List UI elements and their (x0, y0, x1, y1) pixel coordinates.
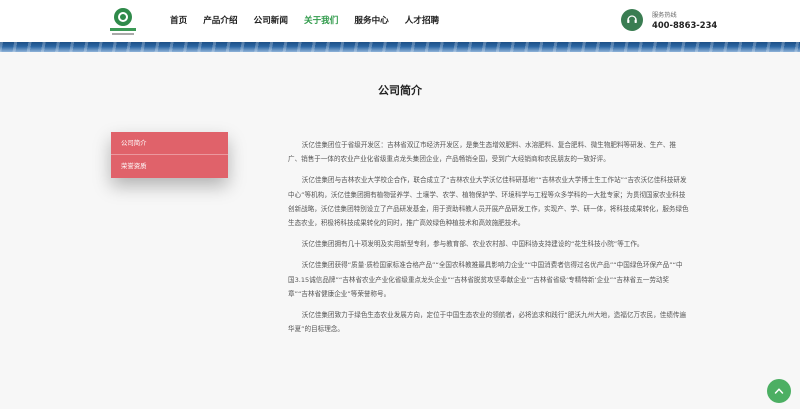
nav-item-about[interactable]: 关于我们 (304, 14, 338, 30)
nav-item-products[interactable]: 产品介绍 (203, 14, 237, 30)
chevron-up-icon (774, 388, 784, 394)
article-paragraph: 沃亿佳集团拥有几十项发明及实用新型专利，参与教育部、农业农村部、中国科协支持建设… (301, 240, 644, 249)
hotline-label: 服务热线 (652, 12, 677, 19)
logo-wordmark (110, 28, 136, 31)
banner-image (0, 42, 800, 52)
side-menu: 公司简介 荣誉资质 (111, 132, 228, 178)
nav-item-service[interactable]: 服务中心 (354, 14, 388, 30)
logo-subtext (112, 33, 134, 35)
nav-item-news[interactable]: 公司新闻 (254, 14, 288, 30)
article-paragraph: 沃亿佳集团与吉林农业大学校企合作，联合成立了“吉林农业大学沃亿佳科研基地”“吉林… (288, 176, 689, 228)
page: 首页 产品介绍 公司新闻 关于我们 服务中心 人才招聘 服务热线 400-886… (0, 0, 800, 409)
article-paragraph: 沃亿佳集团获得“质量·质检国家标准合格产品”“全国农科教推最具影响力企业”“中国… (288, 261, 683, 298)
company-logo[interactable] (110, 8, 136, 36)
hotline-number[interactable]: 400-8863-234 (652, 20, 717, 30)
page-title: 公司简介 (378, 84, 422, 97)
back-to-top-button[interactable] (767, 379, 791, 403)
nav-item-careers[interactable]: 人才招聘 (405, 14, 439, 30)
side-item-company-profile[interactable]: 公司简介 (111, 132, 228, 155)
article-paragraph: 沃亿佳集团致力于绿色生态农业发展方向，定位于中国生态农业的领航者，必将追求和践行… (288, 311, 687, 334)
article-paragraph: 沃亿佳集团位于省级开发区：吉林省双辽市经济开发区，是集生态增效肥料、水溶肥料、复… (288, 141, 677, 164)
phone-icon (621, 9, 643, 31)
site-header: 首页 产品介绍 公司新闻 关于我们 服务中心 人才招聘 服务热线 400-886… (0, 0, 800, 42)
side-item-honors[interactable]: 荣誉资质 (111, 155, 228, 178)
main-nav: 首页 产品介绍 公司新闻 关于我们 服务中心 人才招聘 (170, 14, 455, 30)
company-profile-article: 沃亿佳集团位于省级开发区：吉林省双辽市经济开发区，是集生态增效肥料、水溶肥料、复… (288, 138, 689, 343)
logo-mark (114, 8, 132, 26)
nav-item-home[interactable]: 首页 (170, 14, 187, 30)
